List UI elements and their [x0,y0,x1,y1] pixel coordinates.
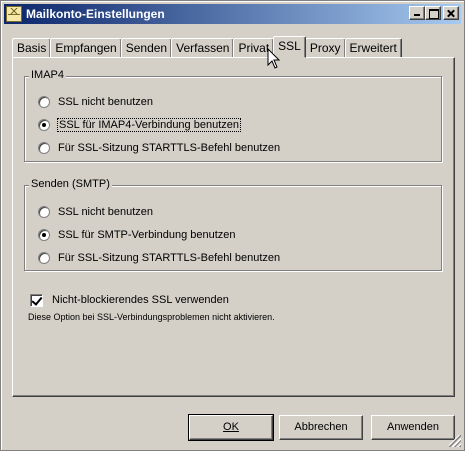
radio-label: SSL nicht benutzen [58,96,153,108]
tab-erweitert[interactable]: Erweitert [344,38,402,58]
nonblocking-ssl-checkbox-row[interactable]: Nicht-blockierendes SSL verwenden [30,292,229,308]
imap-option-no-ssl[interactable]: SSL nicht benutzen [38,94,153,110]
minimize-button[interactable] [409,6,425,20]
radio-button[interactable] [38,229,50,241]
tab-senden[interactable]: Senden [120,38,173,58]
radio-label: SSL nicht benutzen [58,206,153,218]
radio-label: Für SSL-Sitzung STARTTLS-Befehl benutzen [58,252,281,264]
imap-group-title: IMAP4 [29,69,67,81]
close-button[interactable] [443,6,459,20]
radio-button[interactable] [38,252,50,264]
apply-button-label: Anwenden [387,421,439,433]
radio-button[interactable] [38,96,50,108]
imap-option-ssl[interactable]: SSL für IMAP4-Verbindung benutzen [38,117,241,133]
tab-basis[interactable]: Basis [12,38,52,58]
ssl-tab-panel: IMAP4 SSL nicht benutzen SSL für IMAP4-V… [12,57,455,397]
tab-proxy[interactable]: Proxy [304,38,346,58]
smtp-groupbox: Senden (SMTP) SSL nicht benutzen SSL für… [24,178,442,271]
maximize-button[interactable] [425,6,441,20]
ok-button-label: OK [223,421,239,433]
resize-grip-icon[interactable] [449,435,461,447]
radio-label: SSL für SMTP-Verbindung benutzen [58,229,236,241]
smtp-group-title: Senden (SMTP) [29,178,112,190]
tab-verfassen[interactable]: Verfassen [171,38,235,58]
dialog-window: Mailkonto-Einstellungen Basis Empfangen … [0,0,465,451]
nonblocking-ssl-checkbox[interactable] [30,293,43,307]
radio-button[interactable] [38,119,50,131]
smtp-option-starttls[interactable]: Für SSL-Sitzung STARTTLS-Befehl benutzen [38,250,280,266]
mail-icon [6,6,22,22]
title-bar[interactable]: Mailkonto-Einstellungen [4,4,461,24]
window-title: Mailkonto-Einstellungen [26,7,165,21]
mouse-cursor-icon [267,48,281,69]
caption-buttons [409,6,459,20]
tab-empfangen[interactable]: Empfangen [50,38,122,58]
cancel-button[interactable]: Abbrechen [279,415,363,440]
radio-button[interactable] [38,142,50,154]
imap-groupbox: IMAP4 SSL nicht benutzen SSL für IMAP4-V… [24,69,442,162]
radio-label: SSL für IMAP4-Verbindung benutzen [57,118,241,132]
tab-strip: Basis Empfangen Senden Verfassen Privat … [12,36,402,58]
nonblocking-ssl-hint: Diese Option bei SSL-Verbindungsprobleme… [28,312,275,322]
smtp-option-no-ssl[interactable]: SSL nicht benutzen [38,204,153,220]
apply-button[interactable]: Anwenden [371,415,455,440]
radio-button[interactable] [38,206,50,218]
ok-button[interactable]: OK [188,414,274,441]
radio-label: Für SSL-Sitzung STARTTLS-Befehl benutzen [58,142,281,154]
smtp-option-ssl[interactable]: SSL für SMTP-Verbindung benutzen [38,227,236,243]
imap-option-starttls[interactable]: Für SSL-Sitzung STARTTLS-Befehl benutzen [38,140,280,156]
cancel-button-label: Abbrechen [294,421,348,433]
nonblocking-ssl-label: Nicht-blockierendes SSL verwenden [52,294,229,306]
